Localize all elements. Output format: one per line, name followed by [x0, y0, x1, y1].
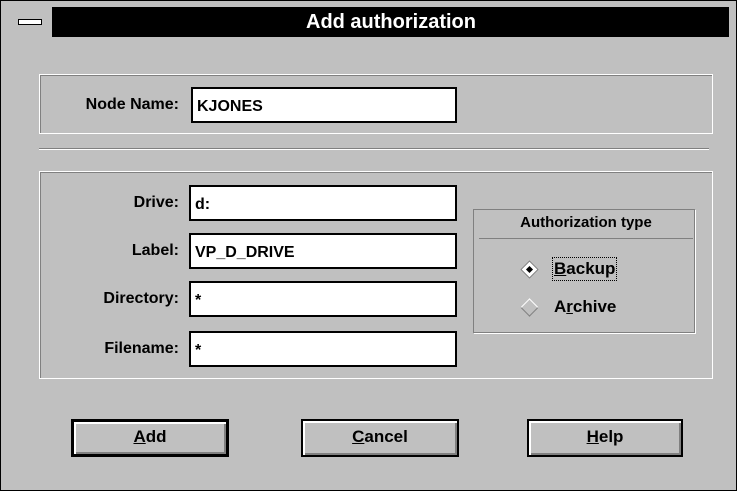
window-title: Add authorization: [306, 11, 476, 33]
archive-label-rest: chive: [572, 297, 617, 316]
backup-label-rest: ackup: [566, 259, 616, 278]
archive-label-pre: A: [554, 297, 567, 316]
add-mnemonic: A: [133, 427, 146, 446]
authorization-type-title: Authorization type: [479, 209, 693, 239]
system-menu-icon[interactable]: [7, 7, 53, 37]
help-button[interactable]: Help: [527, 419, 683, 457]
archive-radio[interactable]: Archive: [520, 297, 616, 317]
archive-mnemonic: r: [566, 297, 573, 316]
backup-radio[interactable]: Backup: [520, 257, 618, 281]
radio-checked-icon: [520, 259, 539, 279]
backup-radio-label: Backup: [551, 257, 618, 281]
label-field[interactable]: [189, 233, 457, 269]
add-label-rest: dd: [145, 427, 167, 446]
filename-label: Filename:: [104, 340, 179, 357]
system-menu-bar-icon: [18, 19, 42, 25]
backup-mnemonic: B: [554, 259, 567, 278]
add-authorization-dialog: Add authorization Node Name: Drive: Labe…: [0, 0, 737, 491]
filename-field[interactable]: [189, 331, 457, 367]
title-bar[interactable]: Add authorization: [7, 7, 729, 37]
help-label-rest: elp: [598, 427, 624, 446]
drive-field[interactable]: [189, 185, 457, 221]
cancel-label-rest: ancel: [364, 427, 408, 446]
node-name-label: Node Name:: [85, 96, 179, 113]
label-label: Label:: [131, 242, 179, 259]
drive-label: Drive:: [133, 194, 179, 211]
add-button[interactable]: Add: [71, 419, 229, 457]
cancel-button[interactable]: Cancel: [301, 419, 459, 457]
directory-label: Directory:: [103, 290, 179, 307]
radio-unchecked-icon: [520, 297, 539, 317]
cancel-mnemonic: C: [352, 427, 365, 446]
directory-field[interactable]: [189, 281, 457, 317]
node-name-field[interactable]: [191, 87, 457, 123]
archive-radio-label: Archive: [554, 297, 616, 317]
separator-line: [39, 148, 709, 150]
help-mnemonic: H: [586, 427, 599, 446]
